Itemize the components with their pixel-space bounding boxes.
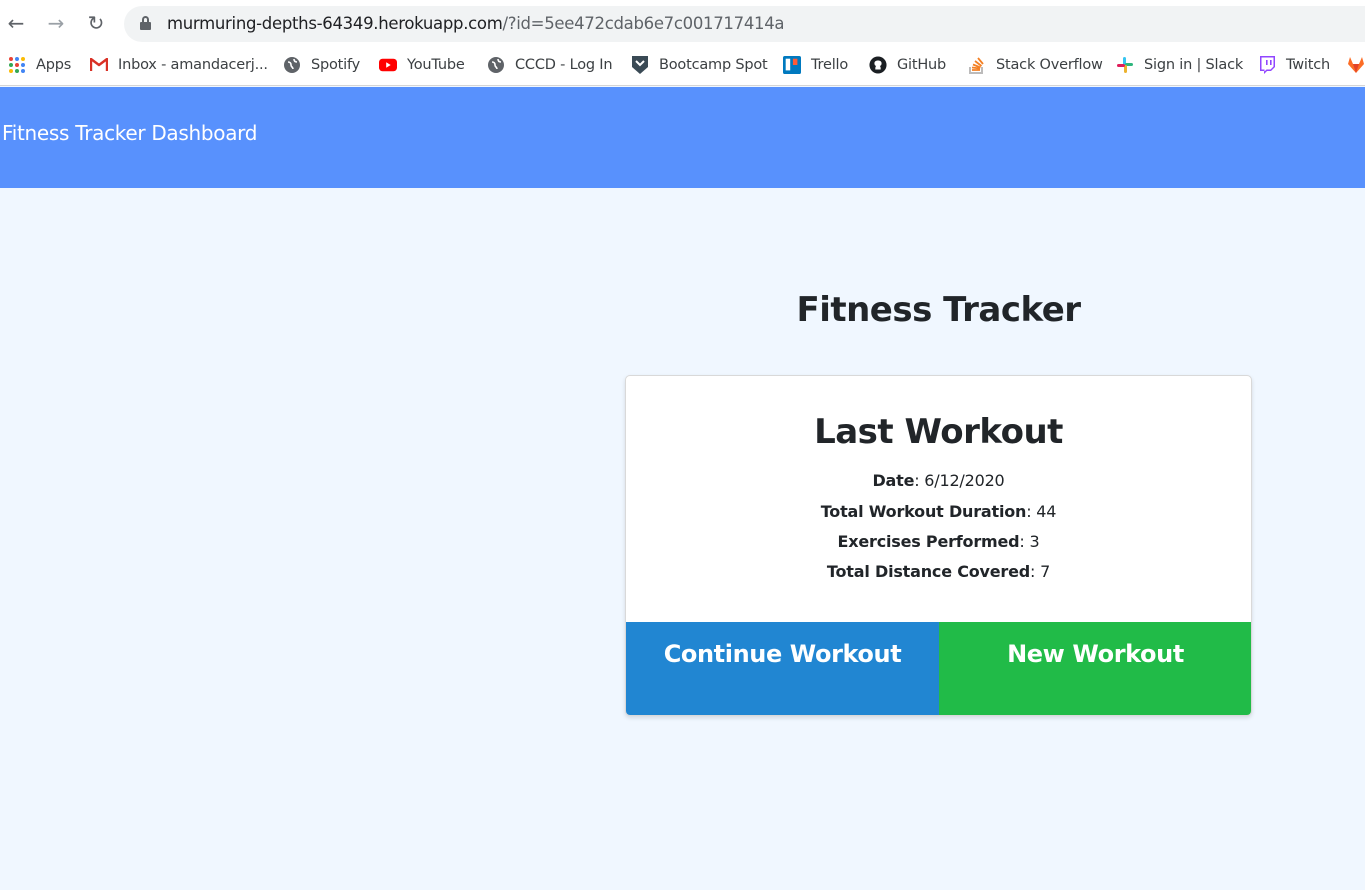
bookmark-gitlab[interactable] — [1347, 54, 1365, 76]
bookmark-trello[interactable]: Trello — [783, 54, 848, 76]
bookmark-youtube[interactable]: YouTube — [379, 54, 465, 76]
bookmark-label: Twitch — [1286, 57, 1330, 73]
bookmark-stackoverflow[interactable]: Stack Overflow — [968, 54, 1103, 76]
bookmark-label: Inbox - amandacerj... — [118, 57, 268, 73]
bookmark-inbox[interactable]: Inbox - amandacerj... — [90, 54, 268, 76]
apps-grid-icon — [8, 56, 26, 74]
url-path: /?id=5ee472cdab6e7c001717414a — [502, 14, 785, 33]
trello-icon — [783, 56, 801, 74]
gitlab-icon — [1347, 56, 1365, 74]
bookmark-bootcamp[interactable]: Bootcamp Spot — [631, 54, 768, 76]
bookmark-label: Sign in | Slack — [1144, 57, 1244, 73]
bookmark-label: CCCD - Log In — [515, 57, 613, 73]
bookmark-label: Spotify — [311, 57, 361, 73]
continue-workout-button[interactable]: Continue Workout — [626, 622, 939, 715]
bookmarks-bar: Apps Inbox - amandacerj... Spotify YouTu… — [0, 46, 1365, 86]
navbar-brand[interactable]: Fitness Tracker Dashboard — [2, 121, 257, 145]
stat-label: Total Workout Duration — [820, 502, 1027, 521]
globe-icon — [283, 56, 301, 74]
twitch-icon — [1258, 56, 1276, 74]
card-title: Last Workout — [814, 412, 1063, 452]
stat-duration: Total Workout Duration: 44 — [626, 502, 1251, 521]
bootcamp-icon — [631, 56, 649, 74]
bookmark-label: YouTube — [407, 57, 465, 73]
stat-value: : 3 — [1019, 532, 1040, 551]
bookmark-cccd[interactable]: CCCD - Log In — [487, 54, 613, 76]
bookmark-label: Trello — [811, 57, 849, 73]
browser-toolbar: ← → ↻ murmuring-depths-64349.herokuapp.c… — [0, 0, 1365, 46]
new-workout-button[interactable]: New Workout — [939, 622, 1251, 715]
lock-icon — [140, 16, 151, 30]
back-arrow-icon[interactable]: ← — [4, 10, 28, 36]
gmail-icon — [90, 56, 108, 74]
bookmark-spotify[interactable]: Spotify — [283, 54, 360, 76]
stat-exercises: Exercises Performed: 3 — [626, 532, 1251, 551]
forward-arrow-icon[interactable]: → — [44, 10, 68, 36]
stat-value: : 44 — [1026, 502, 1057, 521]
bookmark-label: Apps — [36, 57, 72, 73]
stat-distance: Total Distance Covered: 7 — [626, 562, 1251, 581]
url-text[interactable]: murmuring-depths-64349.herokuapp.com/?id… — [167, 14, 785, 33]
bookmark-label: Bootcamp Spot — [659, 57, 768, 73]
bookmark-slack[interactable]: Sign in | Slack — [1116, 54, 1243, 76]
stackoverflow-icon — [968, 56, 986, 74]
stat-value: : 7 — [1030, 562, 1051, 581]
stat-label: Date — [872, 471, 915, 490]
bookmark-label: Stack Overflow — [996, 57, 1103, 73]
reload-icon[interactable]: ↻ — [84, 10, 108, 36]
youtube-icon — [379, 56, 397, 74]
bookmark-github[interactable]: GitHub — [869, 54, 946, 76]
page-title: Fitness Tracker — [796, 290, 1081, 330]
slack-icon — [1116, 56, 1134, 74]
github-icon — [869, 56, 887, 74]
bookmark-apps[interactable]: Apps — [8, 54, 71, 76]
globe-icon — [487, 56, 505, 74]
stat-date: Date: 6/12/2020 — [626, 471, 1251, 490]
last-workout-card: Last Workout Date: 6/12/2020 Total Worko… — [625, 375, 1252, 716]
stat-label: Total Distance Covered — [826, 562, 1031, 581]
address-bar[interactable]: murmuring-depths-64349.herokuapp.com/?id… — [124, 6, 1365, 42]
bookmark-twitch[interactable]: Twitch — [1258, 54, 1330, 76]
app-navbar: Fitness Tracker Dashboard — [0, 87, 1365, 188]
bookmark-label: GitHub — [897, 57, 947, 73]
stat-value: : 6/12/2020 — [914, 471, 1005, 490]
stat-label: Exercises Performed — [837, 532, 1020, 551]
url-host: murmuring-depths-64349.herokuapp.com — [167, 14, 503, 33]
